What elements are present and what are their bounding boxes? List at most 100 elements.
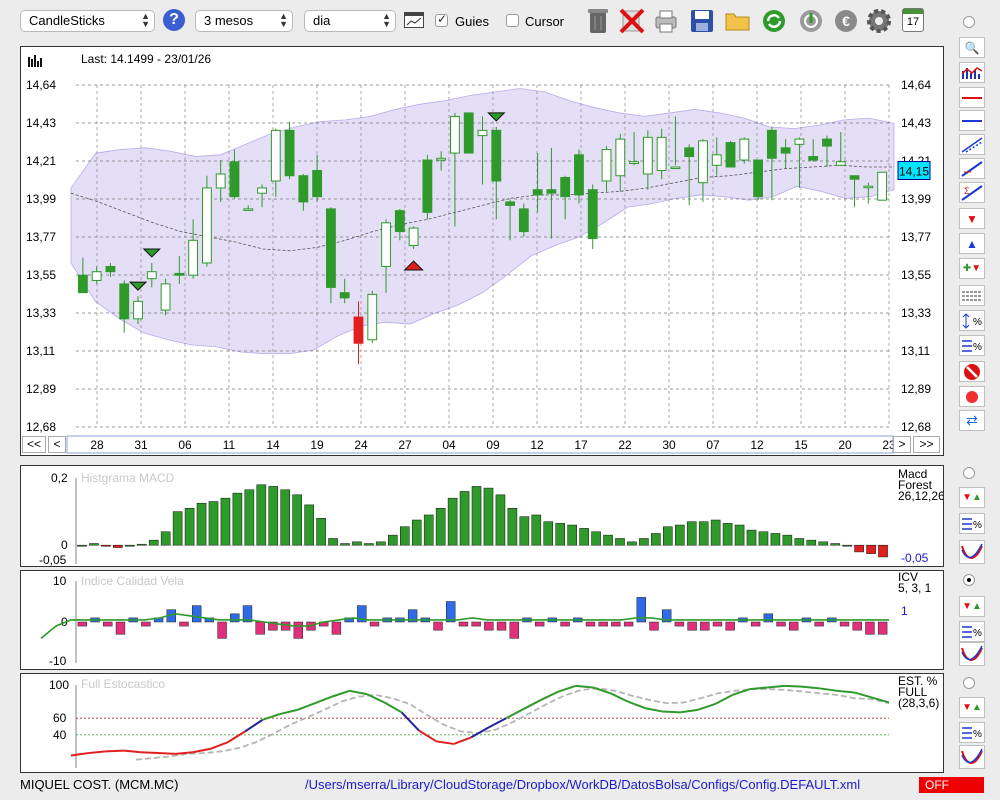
icv-bar: [191, 605, 202, 623]
sum-trend-tool[interactable]: Σ: [959, 182, 985, 203]
macd-pane-radio[interactable]: [963, 467, 975, 479]
icv-bar: [255, 621, 265, 635]
help-icon[interactable]: ?: [163, 9, 185, 31]
price-pane-radio[interactable]: [963, 16, 975, 28]
config-path-link[interactable]: /Users/mserra/Library/CloudStorage/Dropb…: [305, 777, 860, 792]
icv-bar: [141, 621, 151, 627]
nav-prev-button[interactable]: <: [48, 436, 66, 453]
candle: [257, 187, 267, 194]
connection-status-badge[interactable]: OFF: [919, 777, 984, 793]
macd-bar: [651, 533, 661, 546]
percent-range-tool[interactable]: %: [959, 310, 985, 331]
candle: [518, 208, 529, 233]
currency-icon[interactable]: €: [832, 6, 860, 36]
y-tick-label-left: 14,21: [26, 154, 56, 168]
macd-bar: [435, 507, 446, 546]
icv-bar: [496, 621, 507, 631]
candle: [477, 129, 488, 137]
macd-bar: [160, 531, 171, 546]
sell-signal-tool[interactable]: ▼: [959, 208, 985, 229]
icv-curve-tool[interactable]: [959, 642, 985, 666]
channel-tool[interactable]: [959, 134, 985, 155]
sum-trend-icon: Σ: [961, 184, 983, 201]
swap-tool[interactable]: ⇄: [959, 410, 985, 431]
stoch-curve-tool[interactable]: [959, 745, 985, 769]
nav-first-button[interactable]: <<: [22, 436, 46, 453]
nav-next-button[interactable]: >: [893, 436, 911, 453]
nav-last-button[interactable]: >>: [913, 436, 940, 453]
curve-icon: [961, 645, 983, 661]
y-tick-label-right: 13,33: [901, 306, 931, 320]
horizontal-line-blue-tool[interactable]: [959, 110, 985, 131]
macd-pane[interactable]: Histgrama MACD 0,2 0 -0,05 Macd Forest 26,12,2…: [20, 465, 944, 567]
y-tick-label-left: 14,64: [26, 78, 56, 92]
icv-bar: [585, 621, 596, 627]
delete-icon[interactable]: [618, 6, 646, 36]
cursor-checkbox[interactable]: [506, 14, 519, 27]
candle: [560, 176, 571, 198]
price-pane[interactable]: 14,6414,6414,4314,4314,2114,2113,9913,99…: [20, 46, 944, 456]
bars-tool[interactable]: [959, 62, 985, 83]
stoch-pane-radio[interactable]: [963, 677, 975, 689]
macd-bar: [555, 523, 566, 546]
icv-signals-tool[interactable]: ▼▲: [959, 596, 985, 617]
x-tick-label: 17: [574, 438, 588, 452]
calendar-icon[interactable]: 17: [902, 8, 924, 32]
stop-tool[interactable]: [959, 361, 985, 382]
icv-pane[interactable]: Indice Calidad Vela 10 0 -10 ICV 5, 3, 11: [20, 570, 944, 670]
stoch-fast-segment: [140, 751, 159, 755]
x-tick-label: 24: [354, 438, 368, 452]
buy-signal-tool[interactable]: ▲: [959, 233, 985, 254]
print-icon[interactable]: [652, 6, 680, 36]
icv-bar: [750, 621, 761, 627]
stoch-pane[interactable]: Full Estocastico 100 60 40 EST. % FULL (28,3,6…: [20, 673, 944, 773]
stoch-fast-segment: [209, 741, 228, 750]
icv-pane-radio[interactable]: [963, 574, 975, 586]
grid-lines-tool[interactable]: [959, 285, 985, 306]
price-chart[interactable]: 14,6414,6414,4314,4314,2114,2113,9913,99…: [21, 47, 943, 455]
toolbar: CandleSticks▲▼ ? 3 mesos▲▼ dia▲▼ Guies C…: [0, 0, 1000, 42]
zoom-tool[interactable]: 🔍: [959, 37, 985, 58]
candle: [326, 208, 336, 288]
macd-bar: [591, 531, 601, 546]
candle: [739, 138, 750, 161]
chart-type-select[interactable]: CandleSticks ▲ ▼: [20, 10, 155, 32]
macd-bar: [639, 538, 649, 546]
guides-checkbox[interactable]: [435, 12, 448, 27]
interval-select[interactable]: dia ▲ ▼: [304, 10, 396, 32]
stoch-signals-tool[interactable]: ▼▲: [959, 697, 985, 718]
candle: [160, 283, 171, 311]
svg-text:%: %: [973, 729, 982, 740]
candle: [822, 138, 832, 147]
period-select[interactable]: 3 mesos ▲ ▼: [195, 10, 293, 32]
bar-chart-icon: [34, 55, 36, 67]
horizontal-line-red-tool[interactable]: [959, 87, 985, 108]
percent-lines-tool[interactable]: %: [959, 335, 985, 356]
candle: [753, 159, 764, 198]
macd-signals-tool[interactable]: ▼▲: [959, 487, 985, 508]
macd-percent-tool[interactable]: %: [959, 513, 985, 534]
icv-bar: [446, 601, 456, 623]
icv-bar: [877, 621, 888, 635]
gear-icon[interactable]: [865, 6, 893, 36]
trash-icon[interactable]: [584, 6, 612, 36]
candle: [532, 189, 543, 196]
trendline-tool[interactable]: [959, 158, 985, 179]
candle: [422, 159, 433, 213]
macd-bar: [172, 511, 183, 546]
x-tick-label: 20: [838, 438, 852, 452]
candle: [312, 170, 323, 198]
icv-percent-tool[interactable]: %: [959, 621, 985, 642]
macd-curve-tool[interactable]: [959, 540, 985, 564]
stoch-percent-tool[interactable]: %: [959, 722, 985, 743]
refresh-icon[interactable]: [760, 6, 788, 36]
chart-window-icon[interactable]: [404, 12, 424, 28]
record-tool[interactable]: [959, 386, 985, 407]
open-folder-icon[interactable]: [724, 6, 752, 36]
download-icon[interactable]: [797, 6, 825, 36]
macd-bar: [388, 534, 398, 546]
signals-icon: ▼▲: [962, 702, 982, 713]
save-icon[interactable]: [688, 6, 716, 36]
stoch-fast-segment: [575, 684, 594, 689]
add-signals-tool[interactable]: ✚▼: [959, 258, 985, 279]
